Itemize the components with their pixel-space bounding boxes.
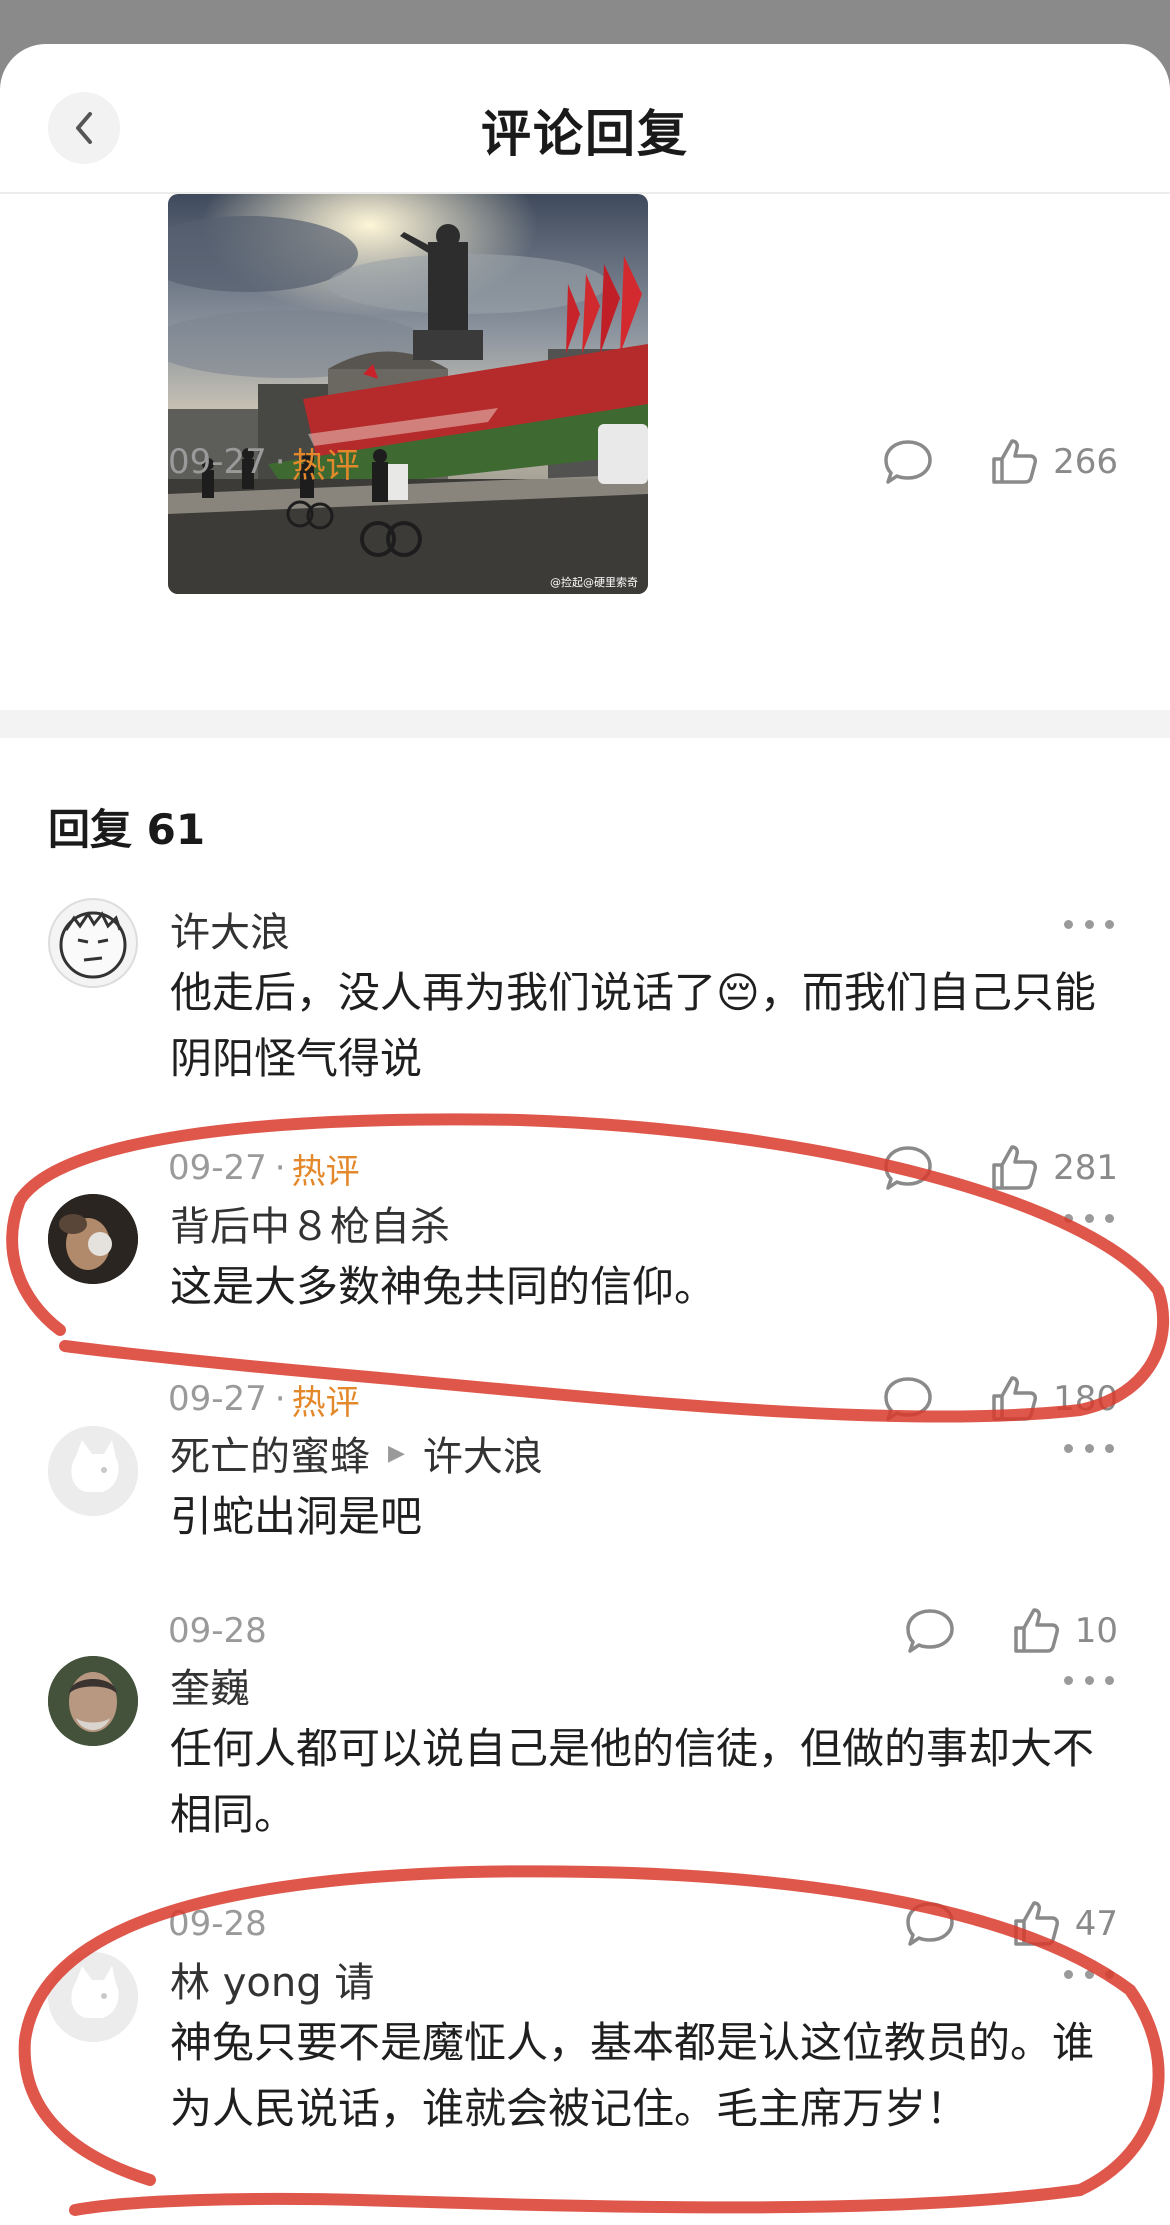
comment-reply-button[interactable] [903,1899,957,1949]
post-image[interactable]: @捡起@硬里索奇 [168,194,648,594]
thumbs-up-icon [1013,1901,1059,1946]
comment-username[interactable]: 林 yong 请 [170,1950,374,2008]
comment-date: 09-27 [168,1379,267,1419]
comment-text: 神兔只要不是魔怔人，基本都是认这位教员的。谁为人民说话，谁就会被记住。毛主席万岁… [170,2018,1095,2133]
comment-username[interactable]: 许大浪 [170,900,290,958]
page-title: 评论回复 [481,105,689,163]
hot-tag: 热评 [291,1382,360,1423]
comment-bubble-icon [884,440,932,484]
like-count: 281 [1053,1148,1118,1188]
comment-date: 09-28 [168,1904,267,1944]
avatar[interactable] [48,1426,138,1516]
hot-tag: 热评 [291,1151,360,1192]
comment-meta: 09-28 10 [168,1606,1118,1656]
post-date: 09-27 [168,442,267,482]
avatar[interactable] [48,1656,138,1746]
more-options-icon[interactable] [1064,914,1114,934]
comment-text: 他走后，没人再为我们说话了😔，而我们自己只能阴阳怪气得说 [170,968,1096,1083]
post-separator: · [274,442,286,482]
post-like-count: 266 [1053,442,1118,482]
pensive-emoji-icon: 😔 [716,968,760,1017]
comment-bubble-icon [905,1902,954,1946]
avatar[interactable] [48,1952,138,2042]
more-options-icon[interactable] [1064,1670,1114,1690]
comment-date: 09-28 [168,1611,267,1651]
comment-meta: 09-27 · 热评 281 [168,1143,1118,1193]
avatar[interactable] [48,1194,138,1284]
comment-text: 任何人都可以说自己是他的信徒，但做的事却大不相同。 [170,1724,1095,1839]
comment-reply-button[interactable] [881,1374,935,1424]
post-hot-tag: 热评 [291,445,360,486]
post-comment-button[interactable] [881,437,935,487]
more-options-icon[interactable] [1064,1208,1114,1228]
comment-reply-sheet: 评论回复 @捡起@硬里索奇 09-27 · 热评 266 回复 61 许大浪 他… [0,44,1170,2225]
like-count: 47 [1074,1904,1118,1944]
comment-date: 09-27 [168,1148,267,1188]
comment-reply-button[interactable] [881,1143,935,1193]
comment-username[interactable]: 背后中８枪自杀 [170,1194,450,1252]
thumbs-up-icon [992,1376,1038,1421]
like-count: 10 [1074,1611,1118,1651]
comment-meta: 09-27 · 热评 180 [168,1374,1118,1424]
post-meta: 09-27 · 热评 266 [168,437,1118,487]
replies-heading: 回复 61 [48,805,206,854]
comment-text: 这是大多数神兔共同的信仰。 [170,1262,717,1311]
more-options-icon[interactable] [1064,1438,1114,1458]
post-like-button[interactable]: 266 [989,437,1118,487]
thumbs-up-icon [992,1145,1038,1190]
like-button[interactable]: 281 [989,1143,1118,1193]
reply-to-username[interactable]: 许大浪 [423,1424,543,1482]
avatar[interactable] [48,898,138,988]
section-divider [0,710,1170,738]
like-button[interactable]: 10 [1011,1606,1118,1656]
comment-username[interactable]: 死亡的蜜蜂 ▶ 许大浪 [170,1424,543,1482]
reply-arrow-icon: ▶ [388,1440,405,1466]
comment-reply-button[interactable] [903,1606,957,1656]
like-button[interactable]: 180 [989,1374,1118,1424]
comment-bubble-icon [884,1146,932,1190]
like-button[interactable]: 47 [1011,1899,1118,1949]
image-watermark: @捡起@硬里索奇 [550,575,638,589]
more-options-icon[interactable] [1064,1964,1114,1984]
comment-username[interactable]: 奎巍 [170,1656,250,1714]
comment-bubble-icon [884,1377,932,1421]
thumbs-up-icon [1013,1608,1059,1653]
thumbs-up-icon [992,439,1038,484]
comment-text: 引蛇出洞是吧 [170,1492,423,1541]
comment-bubble-icon [905,1609,954,1653]
like-count: 180 [1053,1379,1118,1419]
header: 评论回复 [0,44,1170,194]
comment-meta: 09-28 47 [168,1899,1118,1949]
